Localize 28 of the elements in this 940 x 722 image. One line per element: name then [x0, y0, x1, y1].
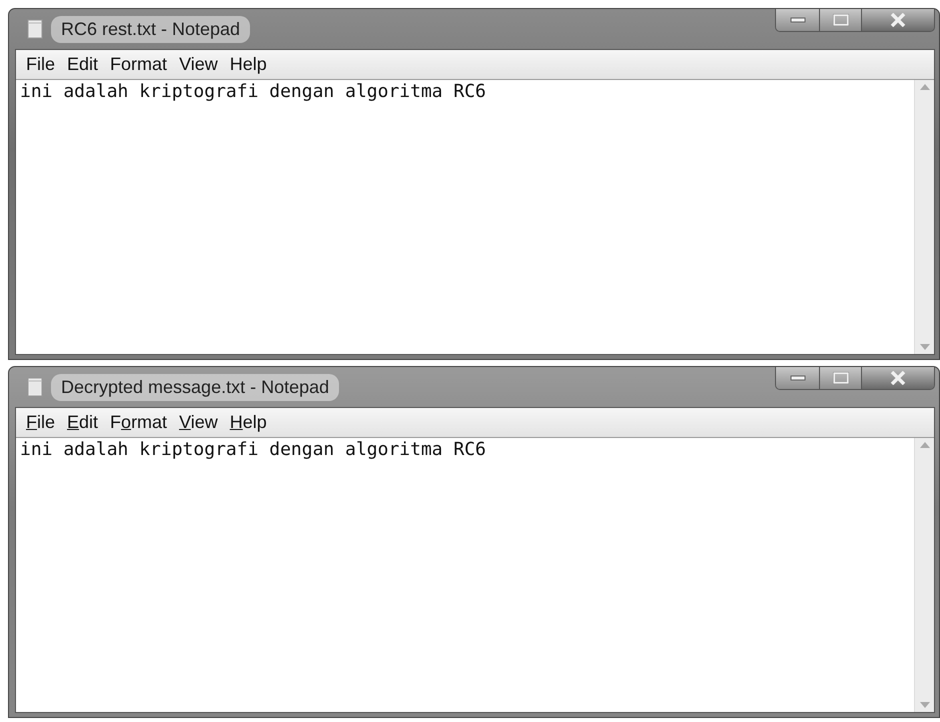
menu-item[interactable]: Format [104, 51, 174, 78]
menu-item[interactable]: View [173, 409, 224, 436]
close-icon [890, 13, 906, 27]
minimize-icon [790, 375, 806, 381]
document-icon [27, 377, 43, 397]
maximize-button[interactable] [820, 367, 862, 389]
document-icon [27, 19, 43, 39]
menu-item[interactable]: View [173, 51, 224, 78]
menu-item[interactable]: Help [224, 409, 273, 436]
minimize-button[interactable] [776, 9, 820, 31]
minimize-button[interactable] [776, 367, 820, 389]
menu-item[interactable]: Help [224, 51, 273, 78]
menu-item[interactable]: Edit [61, 409, 104, 436]
menu-item[interactable]: Format [104, 409, 174, 436]
close-icon [890, 371, 906, 385]
minimize-icon [790, 17, 806, 23]
maximize-icon [832, 372, 848, 384]
text-content: ini adalah kriptografi dengan algoritma RC6 [19, 438, 487, 462]
window-title: RC6 rest.txt - Notepad [51, 16, 250, 42]
text-content: ini adalah kriptografi dengan algoritma RC6 [19, 80, 487, 104]
window-title: Decrypted message.txt - Notepad [51, 374, 340, 400]
maximize-icon [832, 14, 848, 26]
menu-item[interactable]: File [20, 409, 62, 436]
menu-item[interactable]: Edit [61, 51, 104, 78]
maximize-button[interactable] [820, 9, 862, 31]
close-button[interactable] [862, 9, 934, 31]
menu-item[interactable]: File [20, 51, 62, 78]
close-button[interactable] [862, 367, 934, 389]
